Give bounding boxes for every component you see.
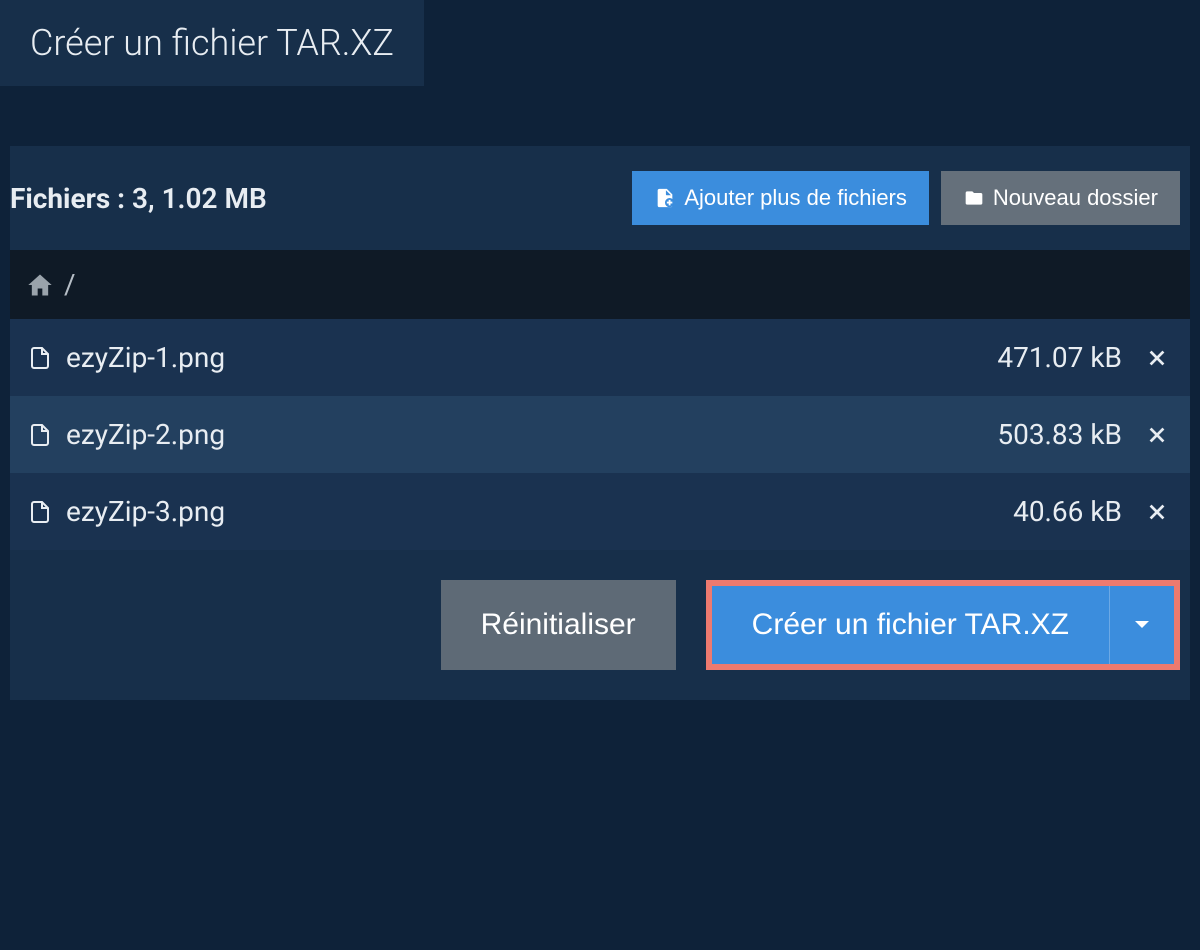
page-title: Créer un fichier TAR.XZ [0,0,424,86]
remove-file-button[interactable] [1142,497,1172,527]
remove-file-button[interactable] [1142,343,1172,373]
file-icon [28,344,52,372]
remove-file-button[interactable] [1142,420,1172,450]
create-button-highlight: Créer un fichier TAR.XZ [706,580,1180,670]
close-icon [1146,347,1168,369]
file-name: ezyZip-3.png [66,495,225,528]
caret-down-icon [1134,620,1150,630]
header-buttons: Ajouter plus de fichiers Nouveau dossier [632,171,1180,225]
create-archive-button[interactable]: Créer un fichier TAR.XZ [712,586,1109,664]
files-count: Fichiers : 3, 1.02 MB [10,182,267,215]
home-icon [26,271,54,299]
main-panel: Fichiers : 3, 1.02 MB Ajouter plus de fi… [10,146,1190,700]
file-icon [28,421,52,449]
file-name: ezyZip-2.png [66,418,225,451]
files-summary: 3, 1.02 MB [132,182,267,215]
files-label: Fichiers : [10,182,125,215]
close-icon [1146,424,1168,446]
file-row: ezyZip-1.png 471.07 kB [10,319,1190,396]
reset-button[interactable]: Réinitialiser [441,580,676,670]
file-size: 40.66 kB [1013,495,1122,528]
file-size: 471.07 kB [997,341,1122,374]
create-dropdown-toggle[interactable] [1109,586,1174,664]
breadcrumb-path: / [64,268,76,301]
folder-icon [963,188,985,208]
add-more-label: Ajouter plus de fichiers [684,185,907,211]
new-folder-label: Nouveau dossier [993,185,1158,211]
file-row: ezyZip-2.png 503.83 kB [10,396,1190,473]
file-plus-icon [654,187,676,209]
file-icon [28,498,52,526]
add-more-files-button[interactable]: Ajouter plus de fichiers [632,171,929,225]
close-icon [1146,501,1168,523]
footer-row: Réinitialiser Créer un fichier TAR.XZ [10,550,1190,680]
header-row: Fichiers : 3, 1.02 MB Ajouter plus de fi… [10,146,1190,250]
new-folder-button[interactable]: Nouveau dossier [941,171,1180,225]
file-size: 503.83 kB [997,418,1122,451]
file-list: ezyZip-1.png 471.07 kB ezyZip-2.png 503.… [10,319,1190,550]
file-row: ezyZip-3.png 40.66 kB [10,473,1190,550]
breadcrumb[interactable]: / [10,250,1190,319]
file-name: ezyZip-1.png [66,341,225,374]
